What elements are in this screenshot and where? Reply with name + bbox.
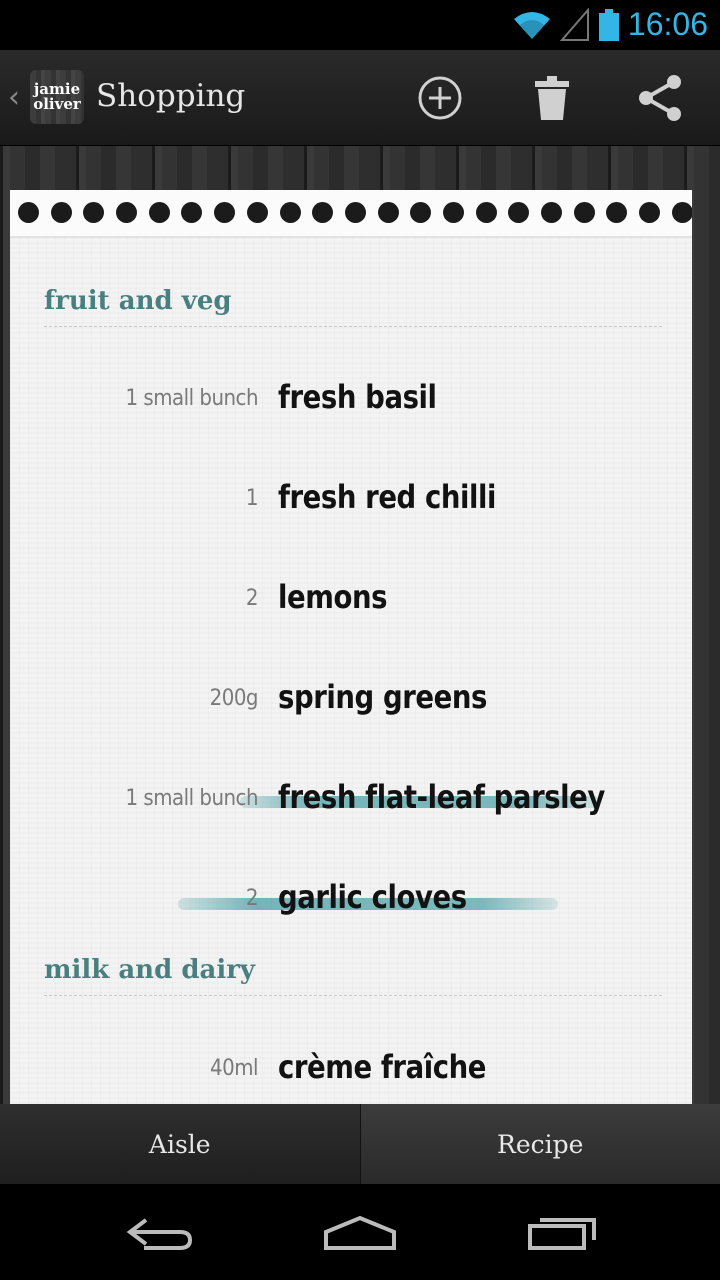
binding-hole <box>18 202 39 223</box>
item-name: fresh flat-leaf parsley <box>278 778 605 816</box>
item-quantity: 40ml <box>210 1056 258 1081</box>
delete-button[interactable] <box>524 70 580 126</box>
binding-hole <box>573 202 595 223</box>
item-quantity: 1 small bunch <box>125 386 259 411</box>
binding-hole <box>214 202 236 223</box>
section-divider <box>44 326 662 327</box>
binding-hole <box>50 202 72 223</box>
item-quantity: 2 <box>245 886 259 911</box>
item-name: lemons <box>278 578 388 616</box>
page-title: Shopping <box>96 78 246 114</box>
recents-button[interactable] <box>512 1204 612 1260</box>
home-icon <box>324 1215 396 1250</box>
status-bar: 16:06 <box>0 0 720 50</box>
item-name: spring greens <box>278 678 487 716</box>
item-quantity: 1 <box>245 486 259 511</box>
list-item[interactable]: 1 fresh red chilli <box>10 472 692 532</box>
list-item-checked[interactable]: 1 small bunch fresh flat-leaf parsley <box>10 772 692 832</box>
binding-hole <box>279 202 301 223</box>
battery-icon <box>599 9 619 41</box>
trash-icon <box>535 76 569 120</box>
section-title-milk-and-dairy: milk and dairy <box>44 955 256 985</box>
item-quantity: 1 small bunch <box>125 786 259 811</box>
home-button[interactable] <box>310 1204 410 1260</box>
add-item-button[interactable] <box>412 70 468 126</box>
up-caret-icon[interactable]: ‹ <box>8 80 20 115</box>
binding-hole <box>116 202 138 223</box>
binding-hole <box>181 202 203 223</box>
binding-hole <box>344 202 366 223</box>
action-bar: ‹ jamie oliver Shopping <box>0 50 720 146</box>
recents-icon <box>528 1218 596 1250</box>
binding-hole <box>312 202 334 223</box>
section-divider <box>44 995 662 996</box>
binding-hole <box>671 202 692 223</box>
bottom-tab-bar: Aisle Recipe <box>0 1104 720 1184</box>
item-name: fresh basil <box>278 378 437 416</box>
list-item[interactable]: 2 lemons <box>10 572 692 632</box>
binding-hole <box>639 202 661 223</box>
shopping-list-notepad: fruit and veg 1 small bunch fresh basil … <box>10 190 692 1104</box>
item-name: garlic cloves <box>278 878 467 916</box>
list-item-checked[interactable]: 2 garlic cloves <box>10 872 692 932</box>
share-icon <box>639 75 681 121</box>
item-name: crème fraîche <box>278 1048 486 1086</box>
list-item[interactable]: 1 small bunch fresh basil <box>10 372 692 432</box>
app-logo[interactable]: jamie oliver <box>30 70 84 124</box>
notepad-binding <box>10 190 692 238</box>
binding-hole <box>606 202 628 223</box>
list-item[interactable]: 200g spring greens <box>10 672 692 732</box>
binding-hole <box>508 202 530 223</box>
binding-hole <box>148 202 170 223</box>
add-icon <box>418 76 462 120</box>
binding-hole <box>442 202 464 223</box>
back-button[interactable] <box>110 1204 210 1260</box>
logo-line-2: oliver <box>33 95 81 113</box>
binding-hole <box>475 202 497 223</box>
item-name: fresh red chilli <box>278 478 497 516</box>
signal-icon <box>560 8 589 41</box>
item-quantity: 2 <box>245 586 259 611</box>
share-button[interactable] <box>632 70 688 126</box>
tab-recipe[interactable]: Recipe <box>360 1104 720 1184</box>
system-nav-bar <box>0 1184 720 1280</box>
status-time: 16:06 <box>627 6 708 42</box>
tab-aisle[interactable]: Aisle <box>0 1104 361 1184</box>
binding-hole <box>377 202 399 223</box>
back-icon <box>126 1218 193 1250</box>
binding-hole <box>410 202 432 223</box>
item-quantity: 200g <box>209 686 259 711</box>
wifi-icon <box>514 12 550 39</box>
binding-hole <box>541 202 562 223</box>
list-item[interactable]: 40ml crème fraîche <box>10 1042 692 1102</box>
binding-hole <box>246 202 268 223</box>
section-title-fruit-and-veg: fruit and veg <box>44 286 232 316</box>
binding-hole <box>83 202 105 223</box>
